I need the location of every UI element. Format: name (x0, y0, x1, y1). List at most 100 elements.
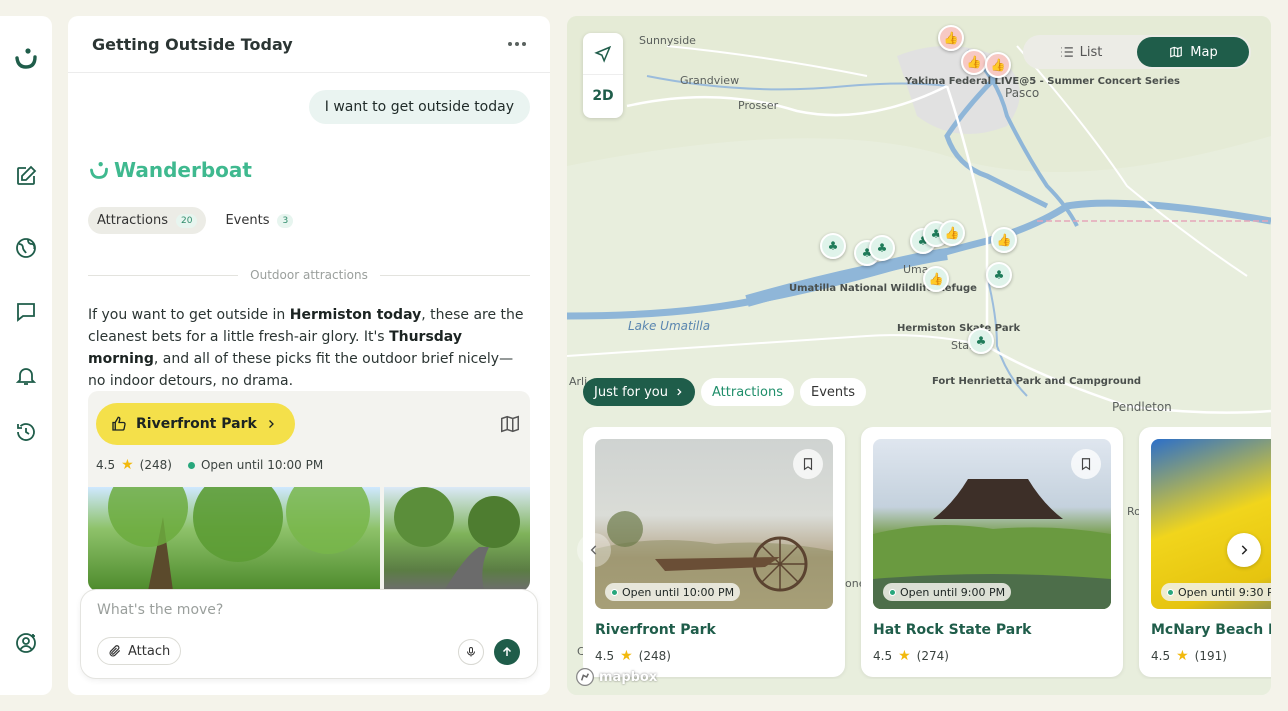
message-input[interactable] (97, 602, 517, 618)
filter-label: Just for you (594, 384, 668, 400)
assistant-intro: If you want to get outside in Hermiston … (88, 304, 528, 392)
logo-icon[interactable] (12, 44, 40, 72)
tab-label: Events (225, 213, 270, 228)
map-label: Map (1190, 44, 1218, 60)
map-pin-attraction[interactable]: 👍 (939, 220, 965, 246)
map-label-fort-henrietta: Fort Henrietta Park and Campground (932, 376, 1141, 388)
tab-label: Attractions (97, 213, 168, 228)
map-pin-event[interactable]: 👍 (961, 49, 987, 75)
messages-icon[interactable] (12, 298, 40, 326)
filter-events[interactable]: Events (799, 378, 866, 406)
open-status-dot (611, 588, 618, 596)
list-view-button[interactable]: List (1025, 37, 1137, 67)
bookmark-button[interactable] (1071, 449, 1101, 479)
bookmark-icon (803, 458, 813, 471)
map-label-wildlife-refuge: Umatilla National Wildlife Refuge (789, 283, 977, 295)
mapbox-logo-icon (576, 668, 594, 686)
place-card[interactable]: Open until 10:00 PM Riverfront Park 4.5 … (583, 427, 845, 677)
open-status-dot (889, 588, 896, 596)
rating-value: 4.5 (1151, 649, 1171, 663)
place-photo: Open until 9:00 PM (873, 439, 1111, 609)
carousel-next-button[interactable] (1227, 533, 1261, 567)
locate-button[interactable] (583, 33, 623, 75)
map-icon (1170, 46, 1183, 58)
attribution-text: mapbox (599, 669, 658, 685)
map-filters: Just for you Attractions Events (583, 378, 866, 406)
place-photo[interactable] (384, 487, 530, 591)
map-pin-attraction[interactable]: ♣ (869, 235, 895, 261)
left-rail (0, 16, 52, 695)
card-title: Riverfront Park (595, 622, 716, 638)
map-label-prosser: Prosser (738, 99, 779, 112)
filter-just-for-you[interactable]: Just for you (583, 378, 695, 406)
chat-panel: Getting Outside Today I want to get outs… (68, 16, 550, 695)
place-card[interactable]: Open until 9:00 PM Hat Rock State Park 4… (861, 427, 1123, 677)
explore-icon[interactable] (12, 234, 40, 262)
map-pin-attraction[interactable]: 👍 (991, 227, 1017, 253)
map-pin-attraction[interactable]: ♣ (986, 262, 1012, 288)
brand-name: Wanderboat (114, 158, 252, 182)
tab-events[interactable]: Events 3 (216, 207, 302, 234)
open-status-dot (1167, 588, 1174, 596)
history-icon[interactable] (12, 418, 40, 446)
bookmark-button[interactable] (793, 449, 823, 479)
carousel-prev-button[interactable] (577, 533, 611, 567)
map-label-grandview: Grandview (680, 74, 740, 87)
list-label: List (1079, 44, 1103, 60)
divider (88, 274, 239, 276)
bookmark-icon (1081, 458, 1091, 471)
microphone-button[interactable] (458, 639, 484, 665)
place-button[interactable]: Riverfront Park (96, 403, 295, 445)
attach-button[interactable]: Attach (97, 637, 182, 665)
account-icon[interactable] (12, 629, 40, 657)
open-status: Open until 9:30 P (1161, 583, 1271, 601)
more-options-icon[interactable] (508, 42, 526, 46)
review-count: (274) (916, 649, 949, 663)
divider (379, 274, 531, 276)
map-pin-attraction[interactable]: ♣ (968, 328, 994, 354)
brand-logo: Wanderboat (88, 158, 252, 182)
map-view-button[interactable]: Map (1137, 37, 1249, 67)
toggle-2d-button[interactable]: 2D (583, 75, 623, 117)
tab-attractions[interactable]: Attractions 20 (88, 207, 207, 234)
map-label-sunnyside: Sunnyside (639, 34, 696, 47)
mapbox-attribution[interactable]: mapbox (575, 667, 657, 687)
map-view-icon[interactable] (498, 413, 522, 439)
chevron-left-icon (590, 545, 597, 555)
place-card: Riverfront Park 4.5 ★ (248) Open until 1… (88, 391, 530, 591)
place-photo: Open until 10:00 PM (595, 439, 833, 609)
star-icon: ★ (121, 457, 134, 473)
navigation-arrow-icon (594, 45, 612, 63)
wanderboat-icon (90, 162, 108, 179)
star-icon: ★ (620, 648, 633, 664)
map-pin-attraction[interactable]: ♣ (820, 233, 846, 259)
notifications-icon[interactable] (12, 362, 40, 390)
intro-location: Hermiston today (289, 307, 422, 323)
map-pin-event[interactable]: 👍 (938, 25, 964, 51)
message-composer: Attach (80, 589, 538, 679)
place-photo[interactable] (88, 467, 380, 591)
place-name: Riverfront Park (136, 416, 257, 432)
map-label-yakima-event: Yakima Federal LIVE@5 - Summer Concert S… (905, 76, 1180, 88)
open-hours: Open until 9:00 PM (900, 585, 1006, 599)
chevron-right-icon (268, 420, 274, 428)
place-meta: 4.5 ★ (248) Open until 10:00 PM (96, 457, 323, 473)
map-pin-attraction[interactable]: 👍 (923, 266, 949, 292)
intro-text: If you want to get outside in (88, 307, 290, 323)
open-status: Open until 9:00 PM (883, 583, 1012, 601)
rating-value: 4.5 (96, 458, 116, 472)
map-label-pendleton: Pendleton (1112, 400, 1172, 414)
map-panel[interactable]: Sunnyside Grandview Prosser Pasco Yakima… (567, 16, 1271, 695)
rating-value: 4.5 (595, 649, 615, 663)
card-title: McNary Beach R (1151, 622, 1271, 638)
user-message: I want to get outside today (308, 90, 530, 124)
star-icon: ★ (1176, 648, 1189, 664)
map-pin-event[interactable]: 👍 (985, 52, 1011, 78)
new-chat-icon[interactable] (12, 162, 40, 190)
send-button[interactable] (494, 639, 520, 665)
attach-label: Attach (128, 643, 171, 659)
map-label-lake-umatilla: Lake Umatilla (628, 319, 711, 333)
tab-count: 3 (277, 213, 294, 228)
map-label-hermiston-skate: Hermiston Skate Park (897, 323, 1021, 334)
filter-attractions[interactable]: Attractions (700, 378, 794, 406)
